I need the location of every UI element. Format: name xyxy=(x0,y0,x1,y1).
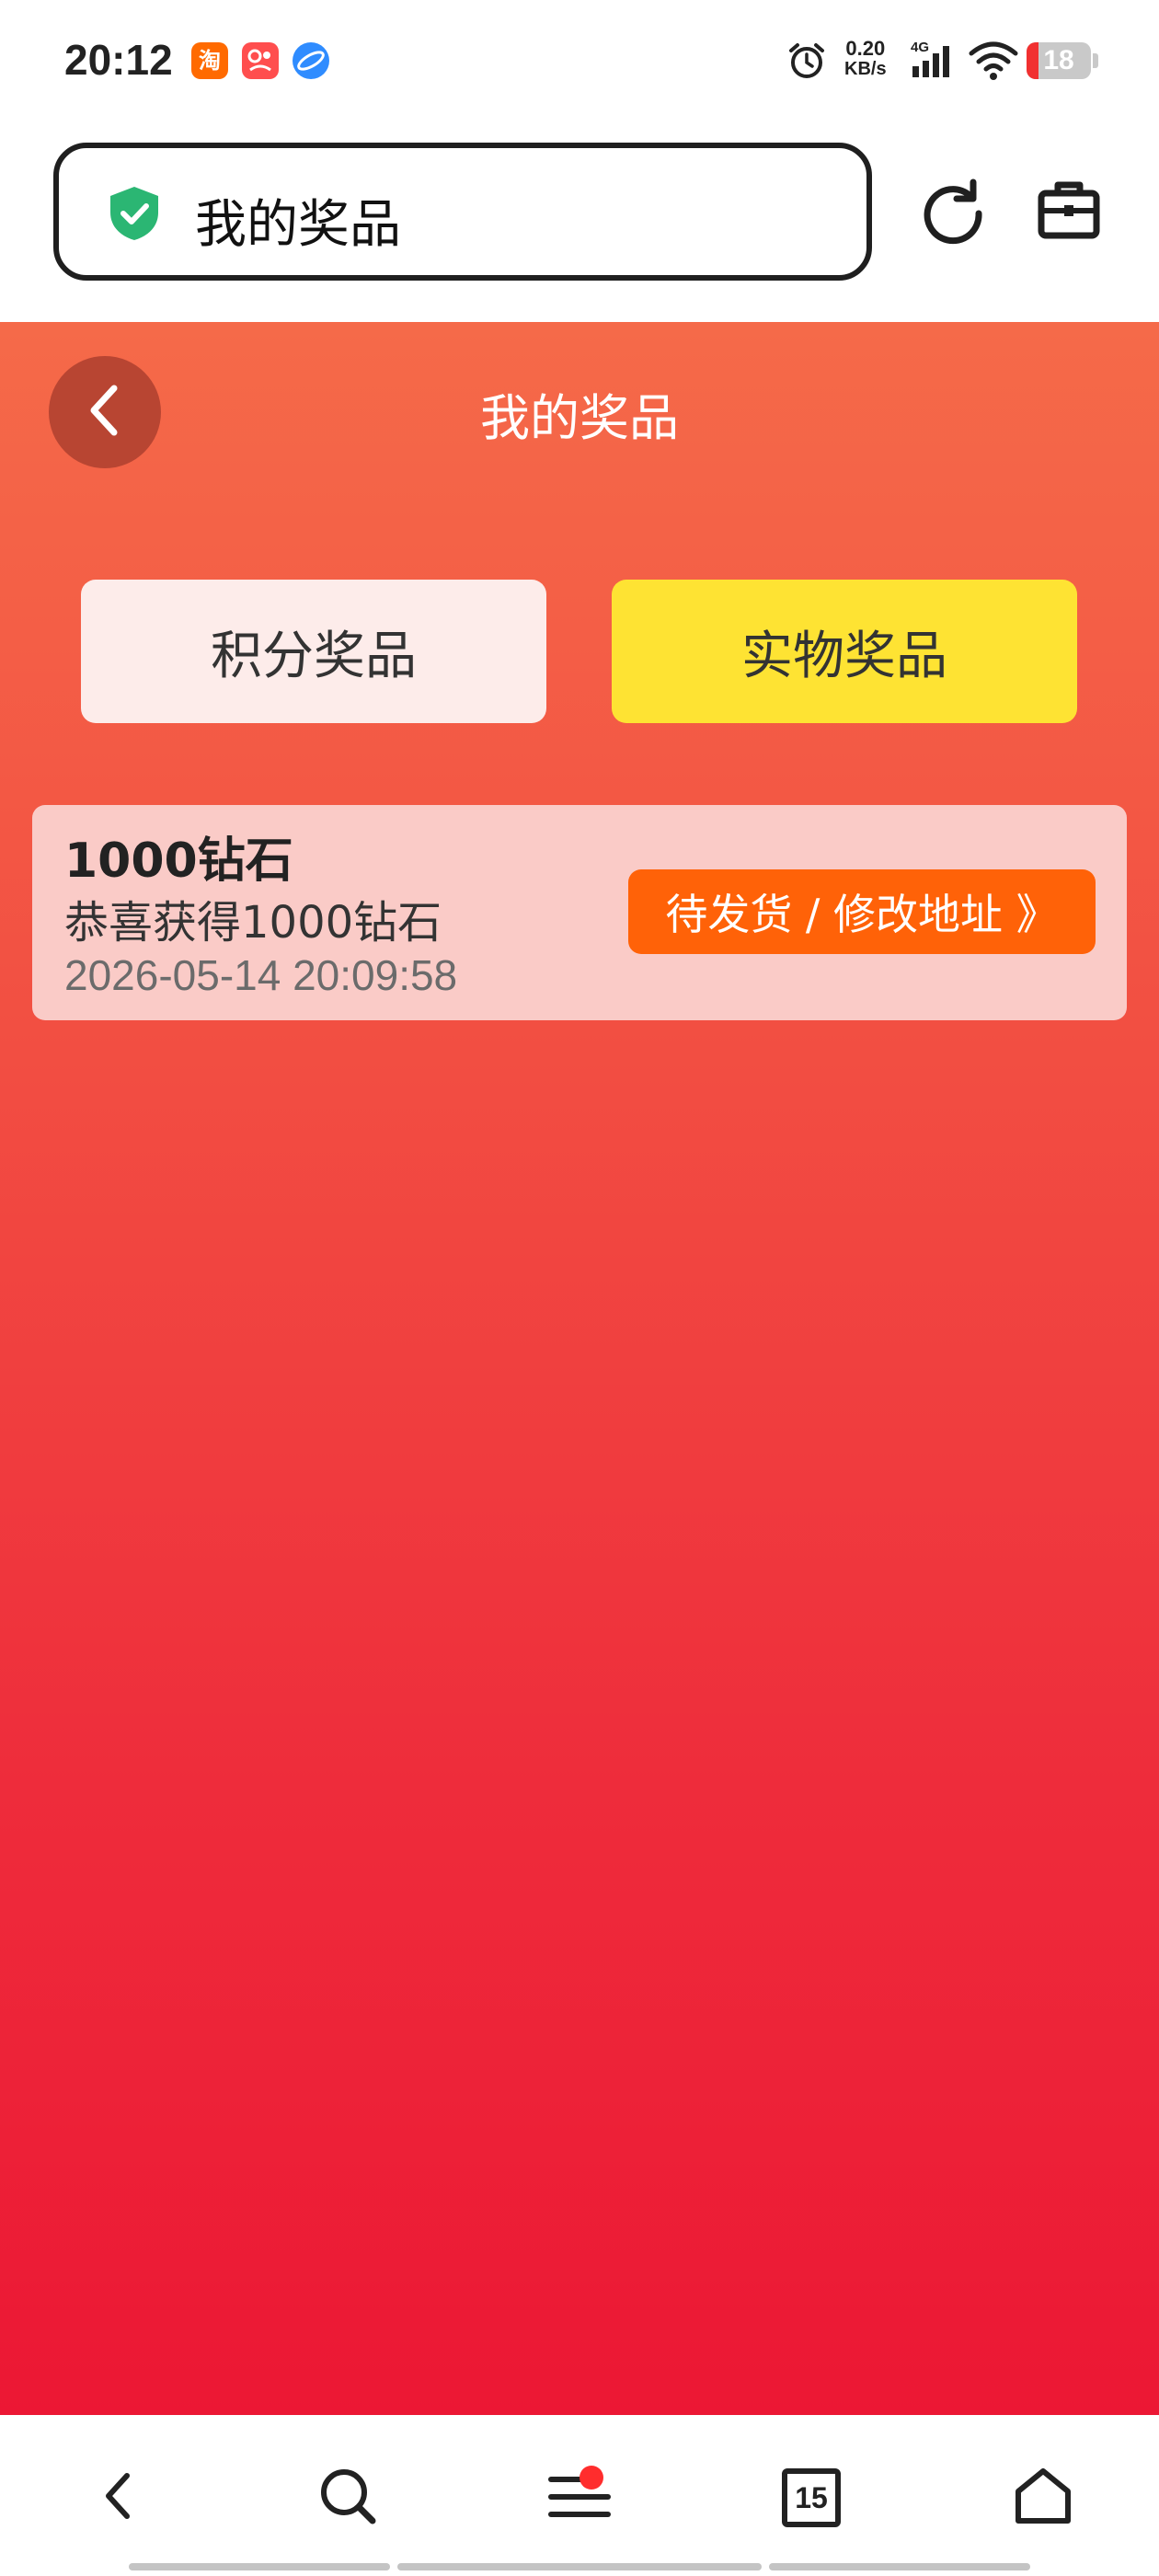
tab-label: 积分奖品 xyxy=(211,626,417,686)
network-speed: 0.20 KB/s xyxy=(844,37,887,80)
network-speed-value: 0.20 xyxy=(845,37,886,60)
prize-date: 2026-05-14 20:09:58 xyxy=(64,951,458,999)
tab-label: 实物奖品 xyxy=(741,626,947,686)
address-bar-text: 我的奖品 xyxy=(195,195,401,255)
search-icon xyxy=(317,2466,378,2530)
browser-app-icon xyxy=(293,42,329,79)
bottom-navigation: 15 xyxy=(0,2415,1159,2576)
status-time: 20:12 xyxy=(64,36,173,84)
taobao-app-icon: 淘 xyxy=(191,42,228,79)
menu-notification-dot xyxy=(580,2466,603,2490)
pinduoduo-app-icon xyxy=(242,42,279,79)
tab-count: 15 xyxy=(795,2481,828,2514)
page-title: 我的奖品 xyxy=(480,389,679,447)
nav-tabs-button[interactable]: 15 xyxy=(765,2452,857,2544)
wifi-icon xyxy=(968,40,1019,85)
tab-points-prizes[interactable]: 积分奖品 xyxy=(81,580,546,723)
nav-back-button[interactable] xyxy=(72,2452,164,2544)
back-icon xyxy=(99,2468,136,2527)
signal-icon: 4G xyxy=(909,39,957,85)
nav-home-button[interactable] xyxy=(997,2452,1089,2544)
gesture-bar-left xyxy=(129,2563,390,2570)
shield-check-icon xyxy=(107,185,162,246)
prize-description: 恭喜获得1000钻石 xyxy=(64,897,442,949)
modify-address-button[interactable]: 待发货 / 修改地址 》 xyxy=(628,869,1096,954)
battery-icon: 18 xyxy=(1027,42,1091,79)
prize-name: 1000钻石 xyxy=(64,834,293,889)
toolbox-icon xyxy=(1036,177,1102,247)
network-type-label: 4G xyxy=(911,40,929,55)
alarm-icon xyxy=(786,40,827,85)
reload-button[interactable] xyxy=(907,166,999,258)
nav-search-button[interactable] xyxy=(302,2452,394,2544)
toolbox-button[interactable] xyxy=(1023,166,1115,258)
tab-physical-prizes[interactable]: 实物奖品 xyxy=(612,580,1077,723)
battery-level-text: 18 xyxy=(1043,45,1074,75)
status-bar: 20:12 淘 0.20 KB/s 4G 18 xyxy=(0,0,1159,129)
address-bar[interactable]: 我的奖品 xyxy=(53,143,872,281)
battery-tip xyxy=(1093,53,1098,68)
reload-icon xyxy=(918,175,988,248)
prize-card: 1000钻石 恭喜获得1000钻石 2026-05-14 20:09:58 待发… xyxy=(32,805,1127,1020)
gesture-bar-right xyxy=(769,2563,1030,2570)
prize-page: 我的奖品 积分奖品 实物奖品 1000钻石 恭喜获得1000钻石 2026-05… xyxy=(0,322,1159,2415)
gesture-bar-center[interactable] xyxy=(397,2563,762,2570)
tabs-icon: 15 xyxy=(782,2468,841,2527)
nav-menu-button[interactable] xyxy=(534,2452,625,2544)
network-speed-unit: KB/s xyxy=(844,59,887,79)
home-icon xyxy=(1011,2464,1075,2532)
